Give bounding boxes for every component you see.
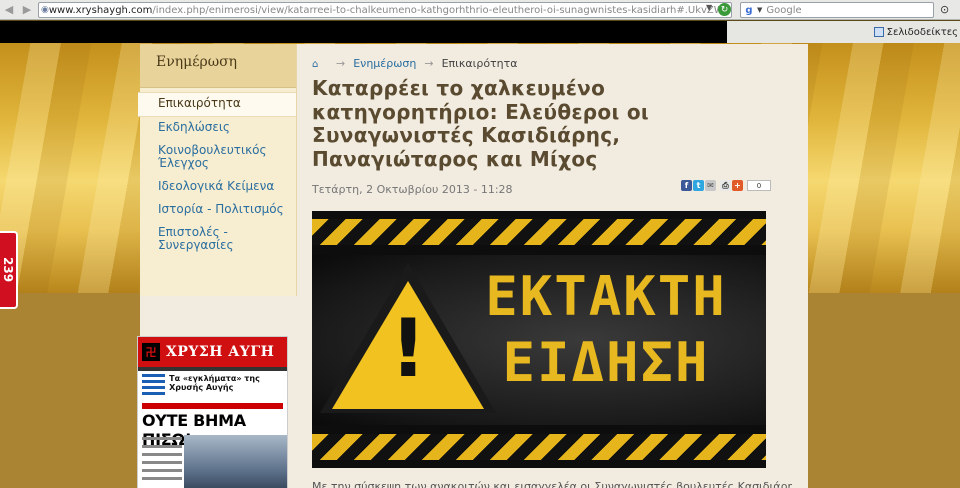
search-placeholder: Google bbox=[766, 4, 802, 16]
breadcrumb-section-link[interactable]: Ενημέρωση bbox=[353, 57, 416, 70]
hazard-stripe-top bbox=[312, 219, 766, 245]
url-host: www.xryshaygh.com bbox=[48, 4, 153, 16]
sidebar-menu: Επικαιρότητα Εκδηλώσεις Κοινοβουλευτικός… bbox=[138, 88, 296, 258]
globe-icon: ◉ bbox=[41, 5, 49, 15]
newspaper-subhead-text: Τα «εγκλήματα» της Χρυσής Αυγής bbox=[169, 374, 260, 392]
article-body: Με την σύσκεψη των ανακριτών και εισαγγε… bbox=[312, 480, 792, 488]
bookmarks-label: Σελιδοδείκτες bbox=[886, 26, 958, 38]
address-bar[interactable]: ◉ www.xryshaygh.com/index.php/enimerosi/… bbox=[38, 2, 732, 18]
sidebar-item-koinovouleftikos[interactable]: Κοινοβουλευτικός Έλεγχος bbox=[140, 140, 296, 176]
side-tab[interactable]: 239 bbox=[0, 231, 18, 309]
newspaper-title: ΧΡΥΣΗ ΑΥΓΗ bbox=[166, 344, 275, 360]
breadcrumb-separator-icon: → bbox=[336, 57, 346, 70]
article-hero-image: ! ΕΚΤΑΚΤΗ ΕΙΔΗΣΗ bbox=[312, 211, 766, 468]
share-plus-icon[interactable]: + bbox=[732, 180, 743, 191]
sidebar-heading: Ενημέρωση bbox=[140, 44, 296, 88]
reload-icon[interactable]: ↻ bbox=[718, 3, 731, 16]
article-title: Καταρρέει το χαλκευμένο κατηγορητήριο: Ε… bbox=[312, 76, 649, 171]
sidebar-item-istoria[interactable]: Ιστορία - Πολιτισμός bbox=[140, 199, 296, 222]
newspaper-columns bbox=[142, 437, 182, 485]
share-count: 0 bbox=[747, 180, 771, 191]
party-logo-icon: 卍 bbox=[142, 343, 160, 361]
binoculars-icon[interactable]: ⊙ bbox=[940, 3, 949, 16]
hero-text-line2: ΕΙΔΗΣΗ bbox=[502, 331, 710, 394]
bookmarks-button[interactable]: Σελιδοδείκτες bbox=[727, 21, 960, 43]
bookmark-icon bbox=[873, 27, 884, 37]
url-path: /index.php/enimerosi/view/katarreei-to-c… bbox=[152, 4, 732, 16]
newspaper-subhead: Τα «εγκλήματα» της Χρυσής Αυγής bbox=[138, 371, 287, 401]
hazard-stripe-bottom bbox=[312, 434, 766, 460]
breadcrumb-current: Επικαιρότητα bbox=[441, 57, 518, 70]
exclamation-icon: ! bbox=[390, 302, 427, 395]
sidebar-item-ekdiloseis[interactable]: Εκδηλώσεις bbox=[140, 117, 296, 140]
email-icon[interactable]: ✉ bbox=[705, 180, 716, 191]
bookmarks-bar: Σελιδοδείκτες bbox=[0, 21, 960, 43]
newspaper-thumbnail[interactable]: 卍 ΧΡΥΣΗ ΑΥΓΗ Τα «εγκλήματα» της Χρυσής Α… bbox=[137, 336, 288, 488]
newspaper-divider bbox=[142, 403, 283, 409]
article-date: Τετάρτη, 2 Οκτωβρίου 2013 - 11:28 bbox=[312, 183, 513, 196]
sidebar-item-ideologika[interactable]: Ιδεολογικά Κείμενα bbox=[140, 176, 296, 199]
search-input[interactable]: g ▼ Google bbox=[740, 2, 934, 18]
newspaper-photo bbox=[184, 435, 287, 488]
chevron-down-icon[interactable]: ▼ bbox=[757, 6, 762, 14]
url-dropdown-icon[interactable]: ▼ bbox=[706, 3, 712, 12]
home-icon[interactable]: ⌂ bbox=[312, 59, 322, 70]
main-container: Ενημέρωση Επικαιρότητα Εκδηλώσεις Κοινοβ… bbox=[137, 44, 808, 488]
back-icon[interactable]: ◀ bbox=[0, 2, 18, 18]
sidebar: Ενημέρωση Επικαιρότητα Εκδηλώσεις Κοινοβ… bbox=[138, 44, 297, 296]
breadcrumb: ⌂ → Ενημέρωση → Επικαιρότητα bbox=[312, 57, 518, 70]
facebook-icon[interactable]: f bbox=[681, 180, 692, 191]
newspaper-masthead: 卍 ΧΡΥΣΗ ΑΥΓΗ bbox=[138, 337, 287, 367]
greek-flag-image bbox=[142, 374, 166, 398]
web-page: 239 Ενημέρωση Επικαιρότητα Εκδηλώσεις Κο… bbox=[0, 43, 960, 488]
sidebar-item-epikairotita[interactable]: Επικαιρότητα bbox=[138, 92, 296, 117]
sidebar-item-epistoles[interactable]: Επιστολές - Συνεργασίες bbox=[140, 222, 296, 258]
share-bar: f t ✉ ⎙ + 0 bbox=[681, 180, 771, 191]
forward-icon[interactable]: ▶ bbox=[18, 2, 36, 18]
breadcrumb-separator-icon: → bbox=[424, 57, 434, 70]
twitter-icon[interactable]: t bbox=[693, 180, 704, 191]
hero-text-line1: ΕΚΤΑΚΤΗ bbox=[485, 265, 727, 328]
print-icon[interactable]: ⎙ bbox=[720, 180, 731, 191]
google-icon: g bbox=[743, 4, 755, 16]
